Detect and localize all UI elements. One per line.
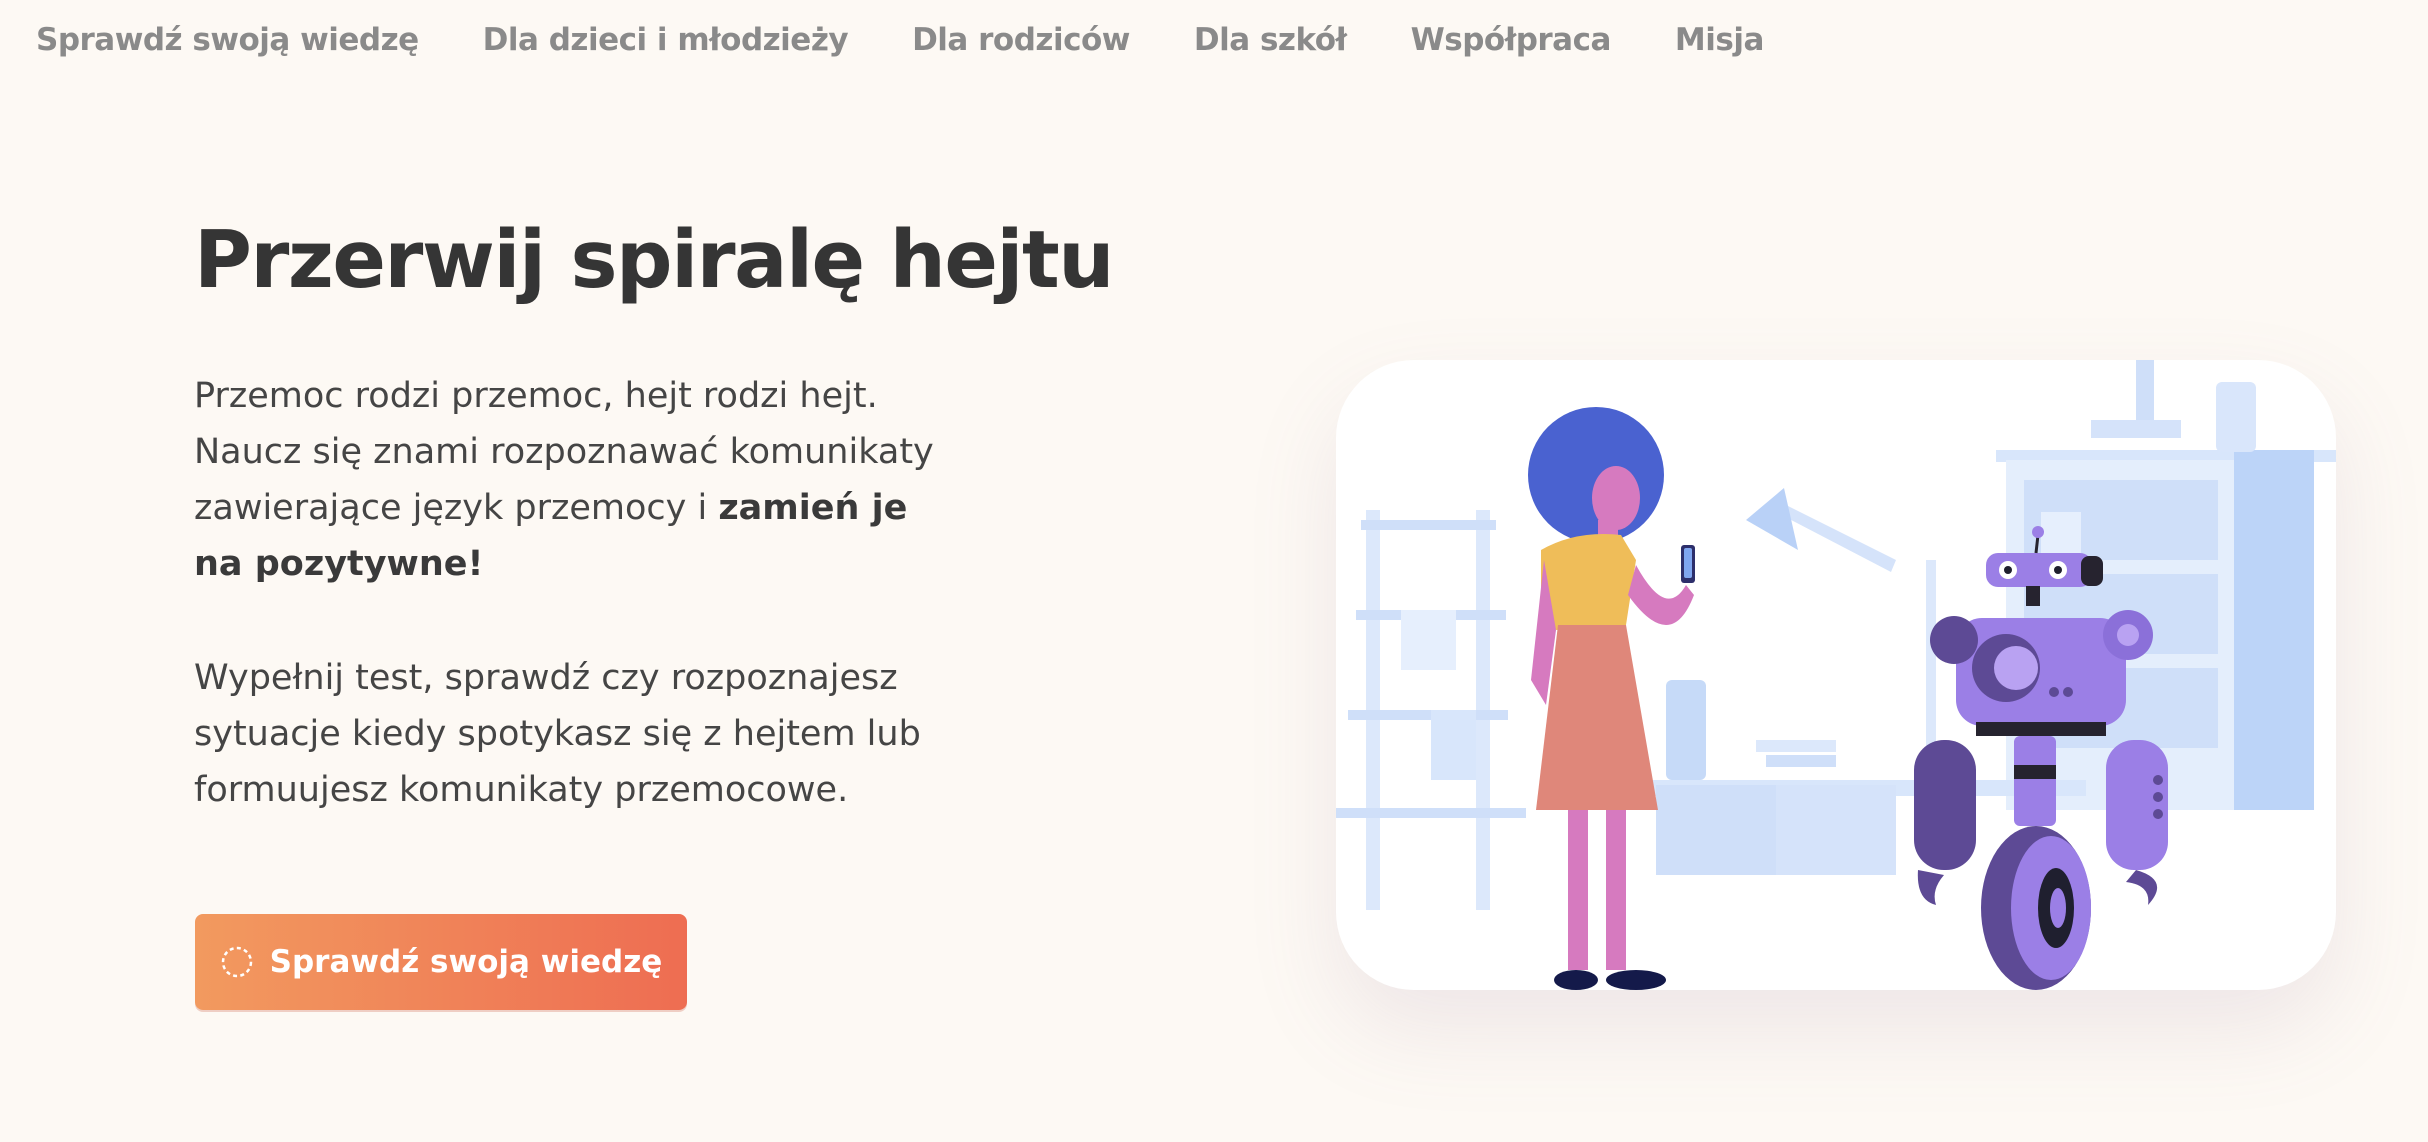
ladder-illustration <box>1336 510 1526 910</box>
nav-link-mission[interactable]: Misja <box>1675 22 1764 58</box>
nav-link-cooperation[interactable]: Współpraca <box>1411 22 1612 58</box>
hero-test-paragraph: Wypełnij test, sprawdź czy rozpoznajesz … <box>194 658 921 810</box>
hero-intro-paragraph: Przemoc rodzi przemoc, hejt rodzi hejt. … <box>194 368 954 592</box>
nav-link-schools[interactable]: Dla szkół <box>1194 22 1347 58</box>
nav-link-check-knowledge[interactable]: Sprawdź swoją wiedzę <box>36 22 419 58</box>
nav-link-kids-youth[interactable]: Dla dzieci i młodzieży <box>483 22 849 58</box>
hero-title: Przerwij spiralę hejtu <box>194 214 1115 306</box>
check-knowledge-button-label: Sprawdź swoją wiedzę <box>269 944 663 980</box>
nav-link-parents[interactable]: Dla rodziców <box>912 22 1130 58</box>
hero-illustration <box>1336 360 2336 990</box>
hero-illustration-card <box>1336 360 2336 990</box>
top-navigation: Sprawdź swoją wiedzę Dla dzieci i młodzi… <box>36 22 1764 58</box>
dashed-circle-icon <box>220 945 254 979</box>
check-knowledge-button[interactable]: Sprawdź swoją wiedzę <box>195 914 687 1010</box>
